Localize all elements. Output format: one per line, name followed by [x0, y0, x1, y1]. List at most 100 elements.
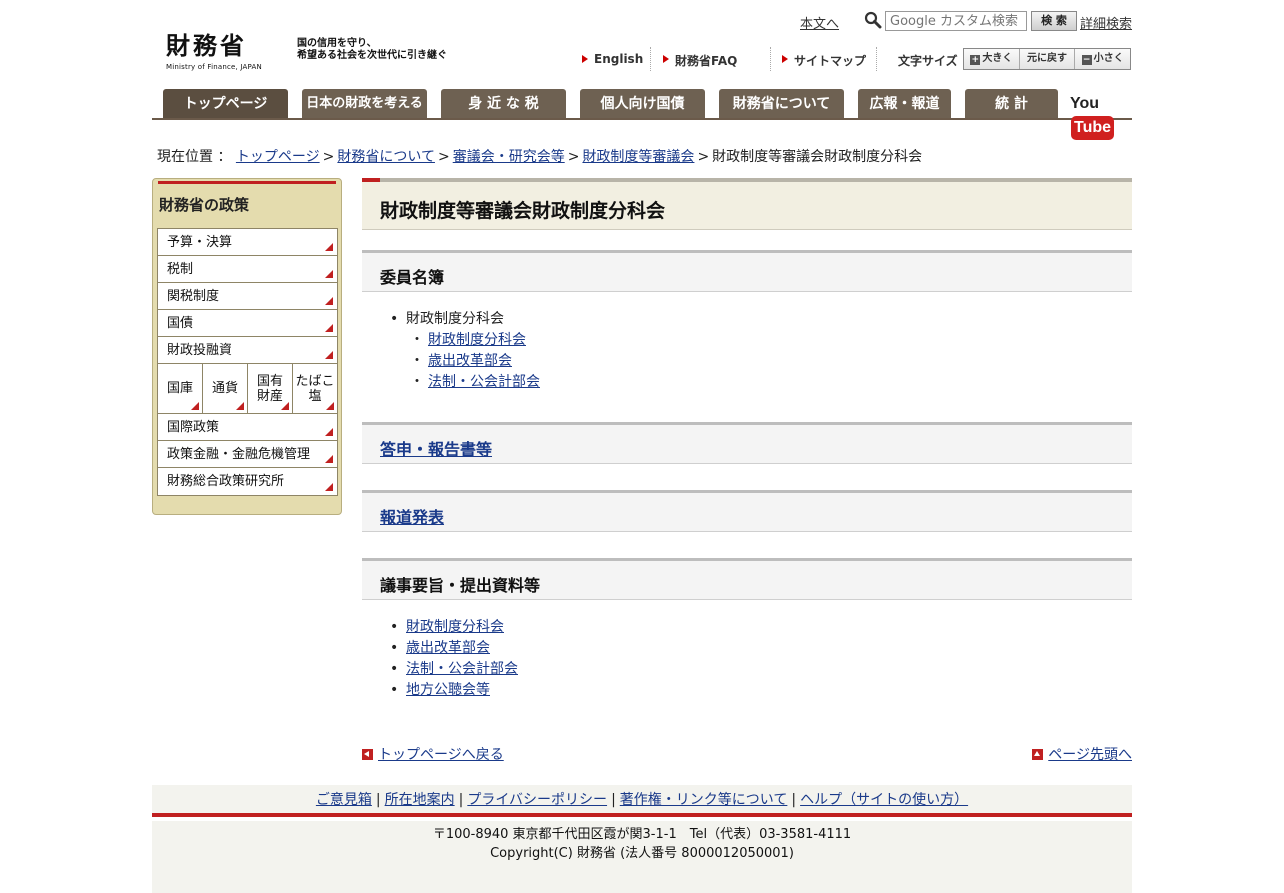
footer-link-help[interactable]: ヘルプ（サイトの使い方） — [800, 792, 968, 808]
search-input[interactable] — [885, 11, 1027, 31]
section-header-press: 報道発表 — [362, 490, 1132, 532]
list-item: 法制・公会計部会 — [390, 659, 518, 680]
sidebar-item-international[interactable]: 国際政策 — [158, 414, 337, 441]
footer-address: 〒100-8940 東京都千代田区霞が関3-1-1 Tel（代表）03-3581… — [432, 827, 852, 842]
youtube-link[interactable]: You Tube — [1070, 92, 1124, 140]
footer-link-feedback[interactable]: ご意見箱 — [316, 792, 372, 808]
breadcrumb-link-councils[interactable]: 審議会・研究会等 — [453, 149, 565, 165]
search-button[interactable]: 検 索 — [1031, 11, 1077, 31]
footer-separator: | — [375, 792, 381, 808]
sidebar-grid: 国庫 通貨 国有 財産 たばこ塩 — [158, 364, 337, 414]
section-link-reports[interactable]: 答申・報告書等 — [380, 436, 492, 460]
sidebar-item-label: 予算・決算 — [167, 235, 233, 250]
nav-tab-statistics[interactable]: 統 計 — [965, 89, 1058, 118]
members-link-legal-accounting[interactable]: 法制・公会計部会 — [428, 374, 540, 390]
corner-arrow-icon — [325, 455, 333, 463]
corner-arrow-icon — [325, 351, 333, 359]
sidebar-item-tax[interactable]: 税制 — [158, 256, 337, 283]
font-size-reset-button[interactable]: 元に戻す — [1019, 49, 1076, 69]
corner-arrow-icon — [325, 243, 333, 251]
font-size-smaller-button[interactable]: − 小さく — [1075, 49, 1131, 69]
breadcrumb: 現在位置 ： トップページ > 財務省について > 審議会・研究会等 > 財政制度等審議会 >… — [157, 146, 922, 166]
section-link-press[interactable]: 報道発表 — [380, 504, 444, 528]
members-list: 財政制度分科会 財政制度分科会 歳出改革部会 法制・公会計部会 — [390, 309, 540, 393]
font-size-label: 文字サイズ — [898, 54, 958, 68]
sidebar-item-label: 国際政策 — [167, 420, 220, 435]
sidebar-item-tobacco-salt[interactable]: たばこ塩 — [293, 364, 337, 413]
sitemap-link[interactable]: サイトマップ — [782, 52, 866, 69]
nav-tab-about[interactable]: 財務省について — [719, 89, 844, 118]
corner-arrow-icon — [325, 428, 333, 436]
minutes-list: 財政制度分科会 歳出改革部会 法制・公会計部会 地方公聴会等 — [390, 617, 518, 701]
minus-icon: − — [1081, 55, 1092, 65]
triangle-icon — [663, 55, 669, 63]
faq-label: 財務省FAQ — [675, 54, 738, 68]
font-size-controls: + 大きく 元に戻す − 小さく — [963, 48, 1131, 70]
breadcrumb-link-top[interactable]: トップページ — [236, 149, 320, 165]
sidebar-accent-line — [158, 181, 336, 184]
minutes-link-fiscal-subcommittee[interactable]: 財政制度分科会 — [406, 619, 504, 635]
sidebar-title: 財務省の政策 — [159, 196, 250, 214]
list-item: 歳出改革部会 — [410, 351, 540, 372]
corner-arrow-icon — [191, 402, 199, 410]
divider — [770, 47, 771, 71]
skip-to-content-link[interactable]: 本文へ — [800, 13, 839, 32]
sidebar-item-label: 政策金融・金融危機管理 — [167, 447, 311, 462]
minutes-link-public-hearings[interactable]: 地方公聴会等 — [406, 682, 490, 698]
sidebar-item-budget[interactable]: 予算・決算 — [158, 229, 337, 256]
site-logo[interactable]: 財務省 Ministry of Finance, JAPAN — [166, 26, 262, 71]
minutes-link-expenditure-reform[interactable]: 歳出改革部会 — [406, 640, 490, 656]
sidebar-item-policy-finance[interactable]: 政策金融・金融危機管理 — [158, 441, 337, 468]
nav-tab-finance[interactable]: 日本の財政を考える — [302, 89, 427, 118]
faq-link[interactable]: 財務省FAQ — [663, 52, 737, 69]
sidebar-item-national-property[interactable]: 国有 財産 — [248, 364, 293, 413]
members-link-fiscal-subcommittee[interactable]: 財政制度分科会 — [428, 332, 526, 348]
footer-separator: | — [458, 792, 464, 808]
sidebar-item-jgb[interactable]: 国債 — [158, 310, 337, 337]
page-top-label: ページ先頭へ — [1048, 747, 1132, 763]
nav-tab-press[interactable]: 広報・報道 — [858, 89, 951, 118]
corner-arrow-icon — [281, 402, 289, 410]
corner-arrow-icon — [236, 402, 244, 410]
sidebar-cell-line-1: たばこ — [295, 373, 335, 389]
arrow-left-icon — [362, 749, 373, 760]
sidebar: 財務省の政策 予算・決算 税制 関税制度 国債 財政投融資 国庫 通貨 国有 財産… — [152, 178, 342, 515]
list-item: 地方公聴会等 — [390, 680, 518, 701]
breadcrumb-link-fiscal-council[interactable]: 財政制度等審議会 — [582, 149, 694, 165]
page-nav-links: トップページへ戻る ページ先頭へ — [362, 744, 1132, 764]
breadcrumb-current: 財政制度等審議会財政制度分科会 — [712, 149, 923, 165]
section-title-minutes: 議事要旨・提出資料等 — [380, 576, 541, 595]
sidebar-item-research-institute[interactable]: 財務総合政策研究所 — [158, 468, 337, 495]
sidebar-item-label: 財政投融資 — [167, 343, 233, 358]
breadcrumb-link-about[interactable]: 財務省について — [337, 149, 435, 165]
english-link[interactable]: English — [582, 52, 643, 66]
nav-tab-bonds[interactable]: 個人向け国債 — [580, 89, 705, 118]
sidebar-item-filp[interactable]: 財政投融資 — [158, 337, 337, 364]
sidebar-item-treasury[interactable]: 国庫 — [158, 364, 203, 413]
footer-link-copyright[interactable]: 著作権・リンク等について — [620, 792, 788, 808]
sidebar-item-customs[interactable]: 関税制度 — [158, 283, 337, 310]
font-size-reset-label: 元に戻す — [1027, 53, 1067, 64]
list-item: 財政制度分科会 — [390, 617, 518, 638]
tagline-line-1: 国の信用を守り、 — [297, 38, 377, 49]
advanced-search-link[interactable]: 詳細検索 — [1080, 13, 1132, 32]
sidebar-item-currency[interactable]: 通貨 — [203, 364, 248, 413]
footer-link-privacy[interactable]: プライバシーポリシー — [467, 792, 607, 808]
nav-tab-tax[interactable]: 身 近 な 税 — [441, 89, 566, 118]
members-group-label: 財政制度分科会 — [406, 311, 504, 327]
section-header-minutes: 議事要旨・提出資料等 — [362, 558, 1132, 600]
arrow-up-icon — [1032, 749, 1044, 760]
nav-tab-top[interactable]: トップページ — [163, 89, 288, 118]
sidebar-item-label: 税制 — [167, 262, 194, 277]
minutes-link-legal-accounting[interactable]: 法制・公会計部会 — [406, 661, 518, 677]
sidebar-menu: 予算・決算 税制 関税制度 国債 財政投融資 国庫 通貨 国有 財産 たばこ塩 国… — [157, 228, 338, 496]
members-link-expenditure-reform[interactable]: 歳出改革部会 — [428, 353, 512, 369]
back-to-top-page-link[interactable]: トップページへ戻る — [362, 744, 504, 764]
logo-main-text: 財務省 — [166, 31, 247, 60]
footer-links: ご意見箱 | 所在地案内 | プライバシーポリシー | 著作権・リンク等について | ヘルプ（サ… — [152, 785, 1132, 817]
page-top-link[interactable]: ページ先頭へ — [1032, 744, 1132, 764]
footer-link-access[interactable]: 所在地案内 — [385, 792, 455, 808]
font-size-larger-button[interactable]: + 大きく — [964, 49, 1020, 69]
youtube-logo-tube: Tube — [1071, 116, 1115, 140]
triangle-icon — [782, 55, 788, 63]
